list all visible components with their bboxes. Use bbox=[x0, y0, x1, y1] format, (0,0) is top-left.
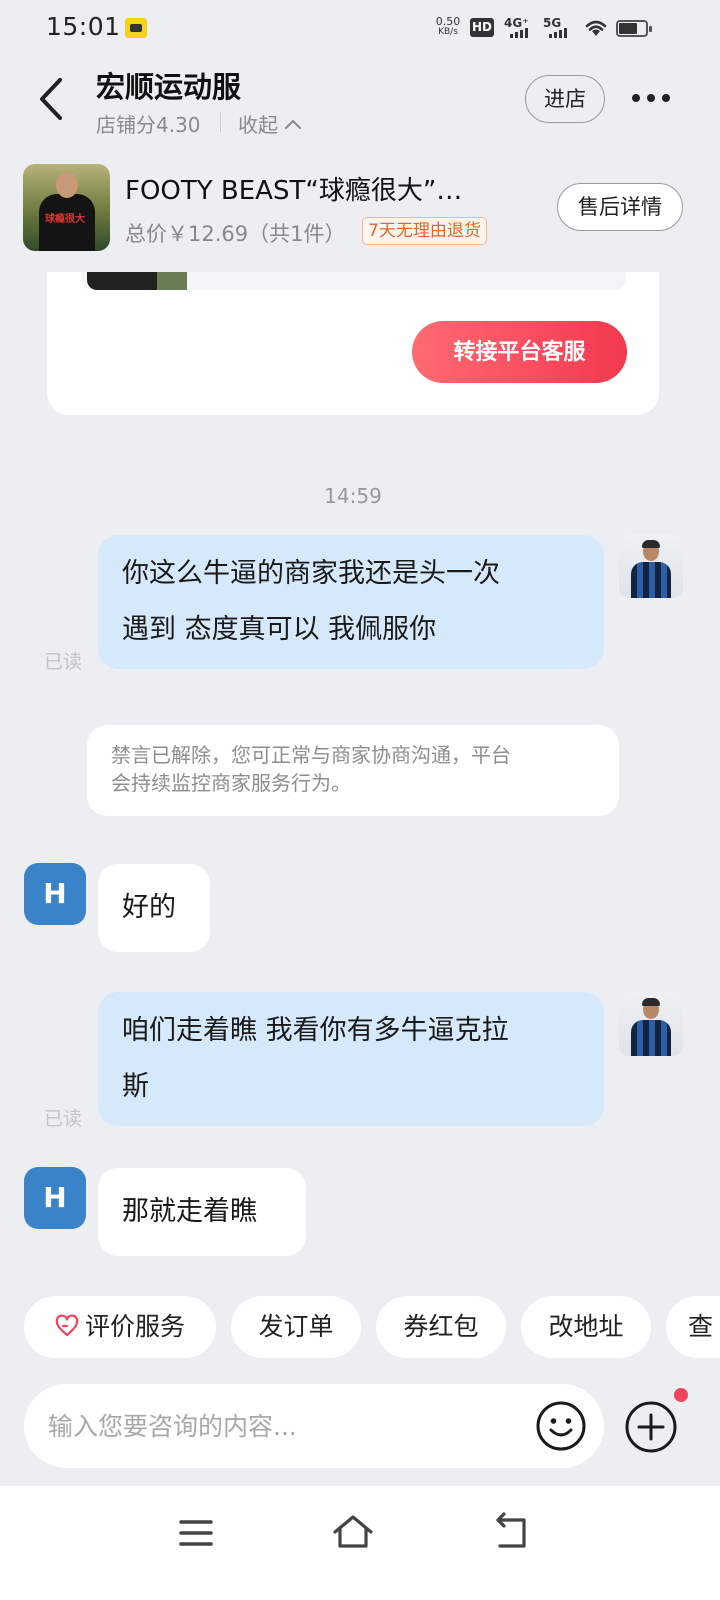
message-line: 斯 bbox=[122, 1071, 149, 1102]
chip-label: 发订单 bbox=[258, 1312, 334, 1341]
message-input[interactable] bbox=[48, 1406, 508, 1446]
message-line: 咱们走着瞧 我看你有多牛逼克拉 bbox=[122, 1015, 509, 1046]
message-timestamp: 14:59 bbox=[324, 484, 382, 508]
product-thumbnail[interactable]: 球瘾很大 bbox=[23, 164, 110, 251]
plus-circle-icon[interactable] bbox=[624, 1400, 678, 1454]
message-text: 那就走着瞧 bbox=[122, 1196, 257, 1227]
system-nav-bar bbox=[0, 1486, 720, 1600]
chip-label: 评价服务 bbox=[84, 1312, 185, 1341]
back-chevron-icon[interactable] bbox=[30, 74, 74, 124]
chip-label: 查 bbox=[688, 1312, 714, 1341]
incoming-message[interactable]: 好的 bbox=[98, 864, 210, 952]
message-input-box bbox=[24, 1384, 604, 1468]
shop-score: 店铺分4.30 bbox=[96, 113, 201, 137]
chip-label: 券红包 bbox=[403, 1312, 479, 1341]
collapse-label: 收起 bbox=[238, 113, 278, 137]
network-speed-unit: KB/s bbox=[438, 27, 458, 37]
send-order-chip[interactable]: 发订单 bbox=[231, 1296, 361, 1358]
header-divider bbox=[220, 112, 221, 132]
transfer-platform-service-button[interactable]: 转接平台客服 bbox=[412, 321, 627, 383]
smiley-icon[interactable] bbox=[535, 1400, 587, 1452]
heart-icon bbox=[55, 1314, 79, 1337]
network-speed: 0.50 KB/s bbox=[434, 16, 462, 38]
product-price: 总价￥12.69（共1件） bbox=[125, 222, 346, 246]
network-speed-value: 0.50 bbox=[435, 15, 461, 28]
status-time: 15:01 bbox=[46, 12, 121, 41]
change-address-chip[interactable]: 改地址 bbox=[521, 1296, 651, 1358]
product-title[interactable]: FOOTY BEAST“球瘾很大”… bbox=[125, 170, 462, 207]
battery-icon bbox=[616, 20, 652, 37]
wifi-icon bbox=[585, 20, 607, 36]
merchant-avatar[interactable]: H bbox=[24, 863, 86, 925]
notice-line: 禁言已解除，您可正常与商家协商沟通，平台 bbox=[111, 743, 511, 767]
rate-service-chip[interactable]: 评价服务 bbox=[24, 1296, 216, 1358]
outgoing-message[interactable]: 咱们走着瞧 我看你有多牛逼克拉 斯 bbox=[98, 992, 604, 1126]
aftersale-details-button[interactable]: 售后详情 bbox=[557, 183, 683, 231]
chip-label: 改地址 bbox=[548, 1312, 624, 1341]
service-card-thumbnail bbox=[87, 272, 187, 290]
status-bar: 15:01 0.50 KB/s HD 4G⁺ 5G bbox=[0, 0, 720, 56]
merchant-avatar[interactable]: H bbox=[24, 1167, 86, 1229]
more-options-icon[interactable] bbox=[628, 84, 674, 112]
enter-store-button[interactable]: 进店 bbox=[525, 75, 605, 123]
message-line: 你这么牛逼的商家我还是头一次 bbox=[122, 558, 500, 589]
hd-call-icon: HD bbox=[470, 18, 494, 37]
query-chip[interactable]: 查 bbox=[666, 1296, 720, 1358]
user-avatar[interactable] bbox=[619, 992, 683, 1056]
signal-2-icon bbox=[549, 28, 567, 38]
menu-icon[interactable] bbox=[171, 1508, 221, 1558]
product-image-text: 球瘾很大 bbox=[45, 214, 85, 225]
message-text: 好的 bbox=[122, 892, 176, 923]
message-line: 遇到 态度真可以 我佩服你 bbox=[122, 614, 437, 645]
return-policy-badge: 7天无理由退货 bbox=[362, 217, 487, 245]
outgoing-message[interactable]: 你这么牛逼的商家我还是头一次 遇到 态度真可以 我佩服你 bbox=[98, 535, 604, 669]
signal-1-icon bbox=[510, 28, 528, 38]
chevron-up-icon bbox=[285, 119, 301, 129]
system-notice: 禁言已解除，您可正常与商家协商沟通，平台 会持续监控商家服务行为。 bbox=[87, 725, 619, 816]
coupon-chip[interactable]: 券红包 bbox=[376, 1296, 506, 1358]
incoming-message[interactable]: 那就走着瞧 bbox=[98, 1168, 306, 1256]
collapse-button[interactable]: 收起 bbox=[238, 109, 302, 138]
read-status: 已读 bbox=[44, 651, 83, 673]
shop-name[interactable]: 宏顺运动服 bbox=[96, 64, 241, 106]
back-nav-icon[interactable] bbox=[486, 1508, 536, 1558]
quick-actions-row: 评价服务 发订单 券红包 改地址 查 bbox=[0, 1296, 720, 1358]
read-status: 已读 bbox=[44, 1108, 83, 1130]
notice-line: 会持续监控商家服务行为。 bbox=[111, 771, 351, 795]
user-avatar[interactable] bbox=[619, 534, 683, 598]
notification-dot bbox=[674, 1388, 688, 1402]
product-image-head bbox=[56, 172, 78, 198]
home-icon[interactable] bbox=[328, 1508, 378, 1558]
app-notification-icon bbox=[125, 18, 147, 38]
